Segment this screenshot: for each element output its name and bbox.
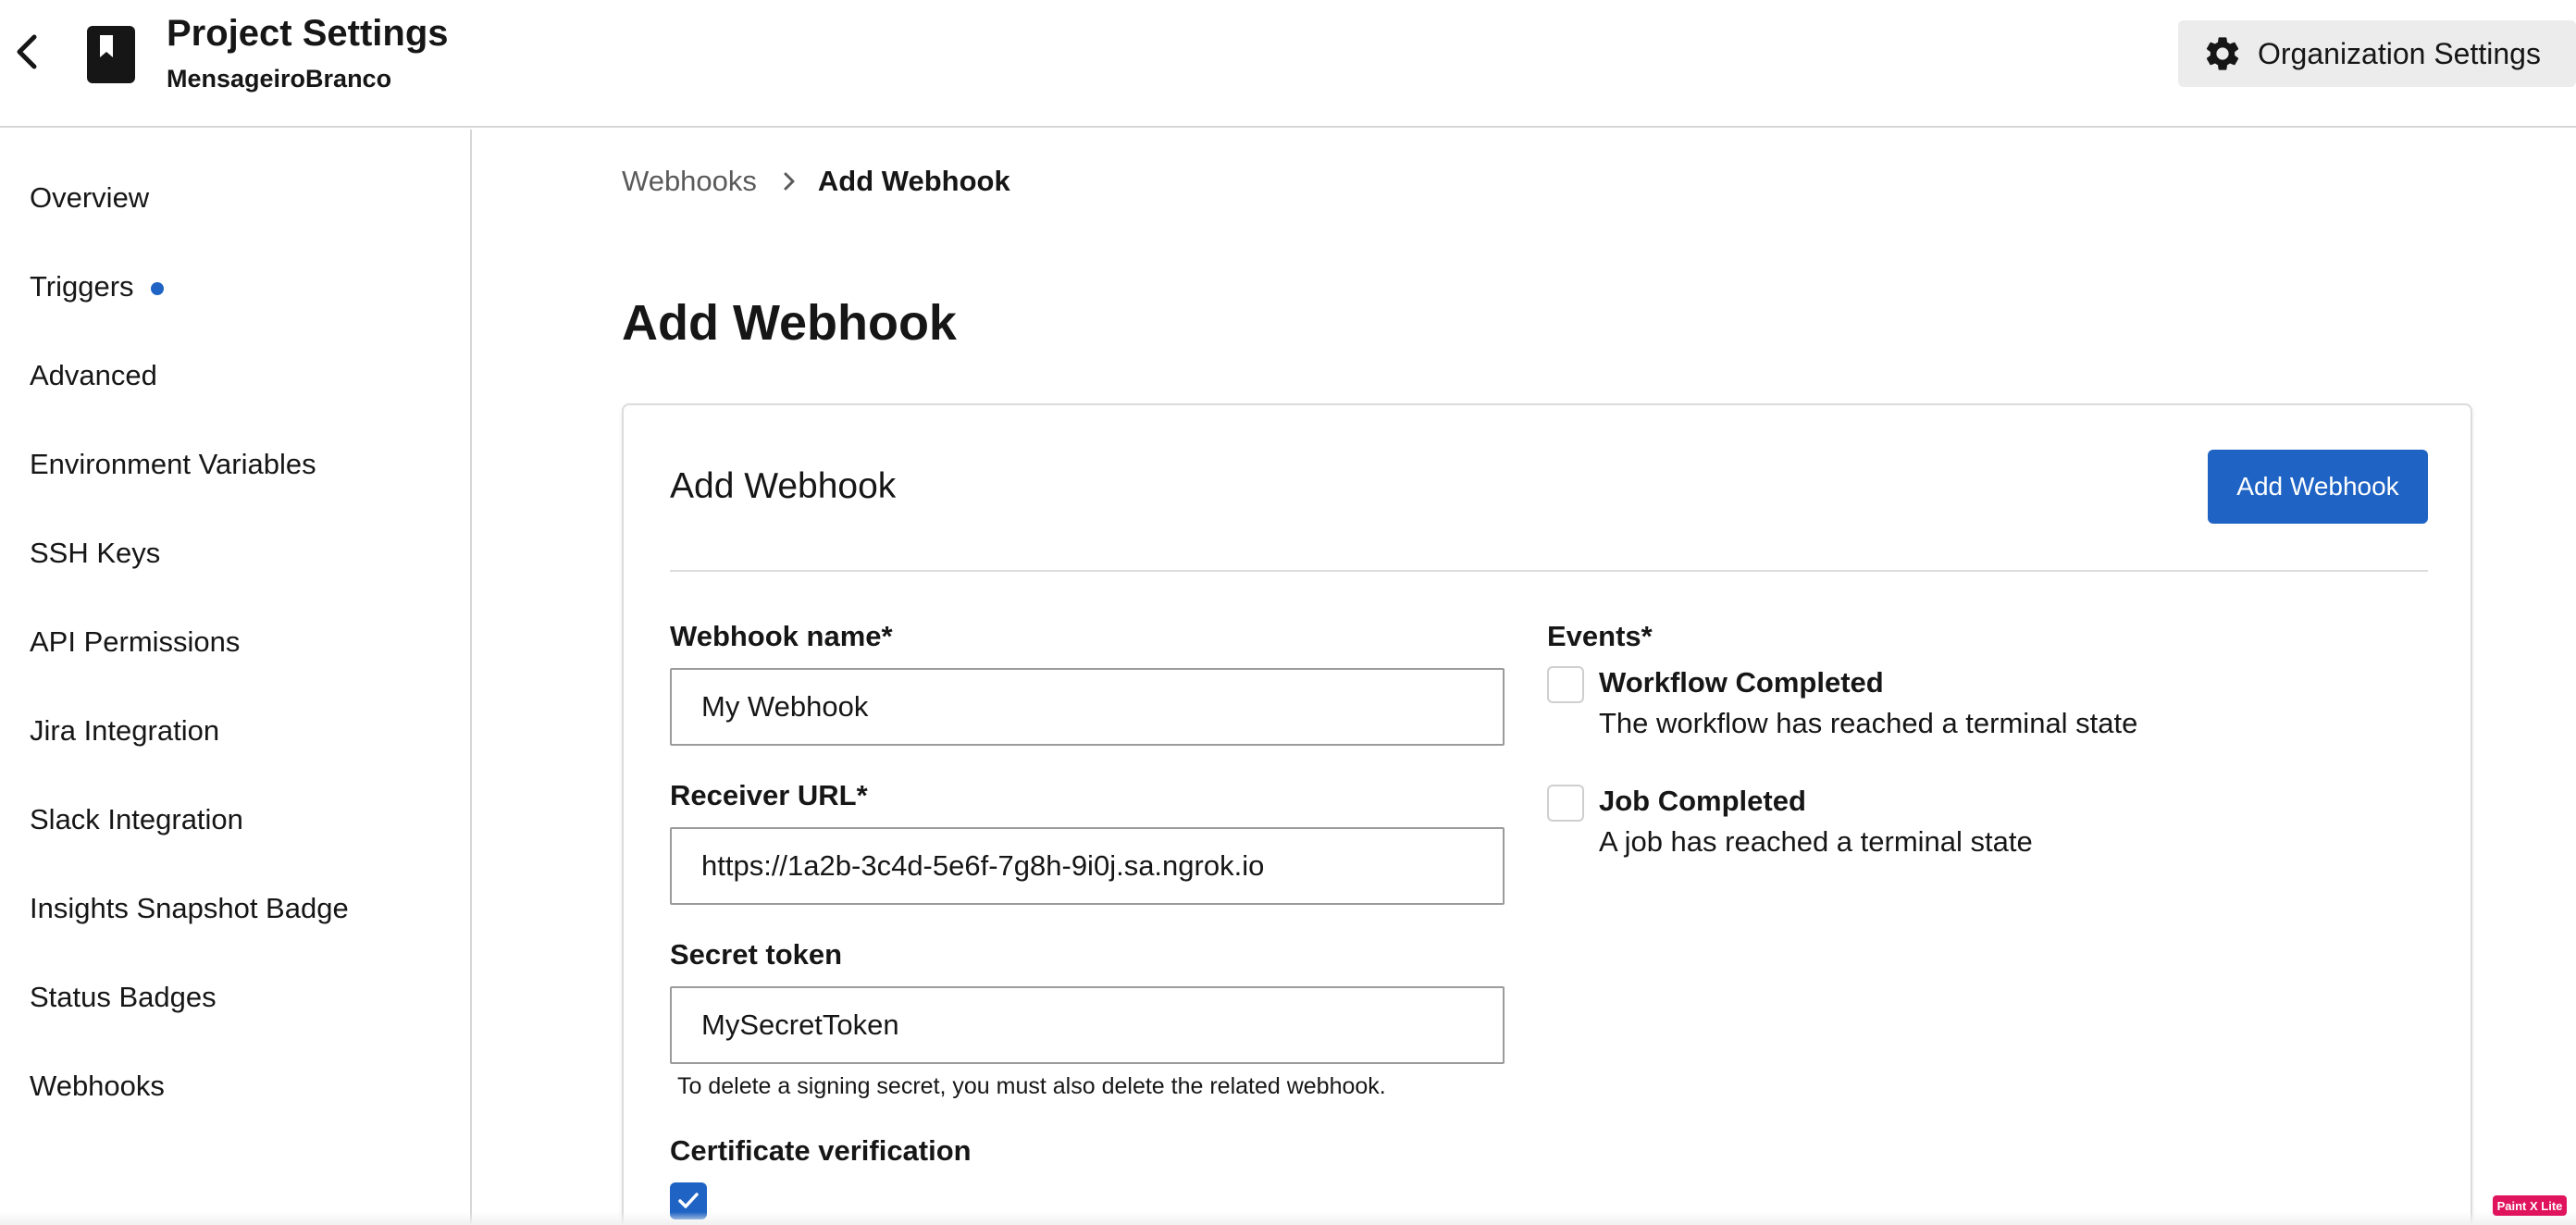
- breadcrumb-current: Add Webhook: [817, 165, 1010, 197]
- sidebar-item-label: Insights Snapshot Badge: [30, 892, 349, 924]
- secret-token-help-text: To delete a signing secret, you must als…: [677, 1073, 1386, 1099]
- chevron-right-icon: [784, 172, 795, 191]
- job-completed-checkbox[interactable]: [1547, 785, 1584, 822]
- project-name: MensageiroBranco: [167, 65, 392, 93]
- bottom-edge-shade: [0, 1212, 2576, 1225]
- webhook-name-label: Webhook name*: [670, 620, 893, 652]
- sidebar-item-slack-integration[interactable]: Slack Integration: [30, 803, 243, 836]
- sidebar-item-label: Jira Integration: [30, 714, 220, 747]
- organization-settings-button[interactable]: Organization Settings: [2178, 20, 2576, 87]
- sidebar-item-label: API Permissions: [30, 625, 241, 658]
- breadcrumb-webhooks-link[interactable]: Webhooks: [622, 165, 757, 198]
- job-completed-title: Job Completed: [1599, 785, 1806, 817]
- gear-icon: [2206, 37, 2239, 70]
- workflow-completed-description: The workflow has reached a terminal stat…: [1599, 707, 2138, 739]
- sidebar-item-label: Status Badges: [30, 981, 217, 1013]
- receiver-url-input[interactable]: [670, 827, 1505, 905]
- extension-badge: Paint X Lite: [2493, 1195, 2567, 1216]
- sidebar-item-triggers[interactable]: Triggers: [30, 270, 164, 303]
- sidebar-item-status-badges[interactable]: Status Badges: [30, 981, 217, 1014]
- add-webhook-button[interactable]: Add Webhook: [2208, 450, 2428, 524]
- sidebar-item-webhooks[interactable]: Webhooks: [30, 1070, 165, 1103]
- sidebar-item-advanced[interactable]: Advanced: [30, 359, 157, 392]
- organization-settings-label: Organization Settings: [2258, 36, 2541, 70]
- top-header: Project Settings MensageiroBranco Organi…: [0, 0, 2576, 128]
- secret-token-input[interactable]: [670, 986, 1505, 1064]
- secret-token-label: Secret token: [670, 938, 843, 971]
- sidebar-item-jira-integration[interactable]: Jira Integration: [30, 714, 219, 748]
- sidebar-item-overview[interactable]: Overview: [30, 181, 149, 215]
- sidebar-item-api-permissions[interactable]: API Permissions: [30, 625, 240, 659]
- card-divider: [670, 570, 2428, 572]
- sidebar-item-label: SSH Keys: [30, 537, 161, 569]
- sidebar-item-insights-snapshot-badge[interactable]: Insights Snapshot Badge: [30, 892, 349, 925]
- job-completed-description: A job has reached a terminal state: [1599, 825, 2033, 858]
- webhook-name-input[interactable]: [670, 668, 1505, 746]
- receiver-url-label: Receiver URL*: [670, 779, 868, 811]
- sidebar-item-environment-variables[interactable]: Environment Variables: [30, 448, 316, 481]
- breadcrumb: Webhooks Add Webhook: [622, 165, 1010, 198]
- notification-dot: [150, 282, 164, 295]
- certificate-verification-label: Certificate verification: [670, 1134, 972, 1167]
- chevron-left-icon: [17, 34, 37, 69]
- add-webhook-card: Add Webhook Add Webhook Webhook name* Re…: [622, 403, 2472, 1225]
- sidebar-item-label: Slack Integration: [30, 803, 243, 835]
- page-title: Add Webhook: [622, 295, 957, 351]
- checkmark-icon: [678, 1193, 699, 1208]
- events-label: Events*: [1547, 620, 1653, 652]
- sidebar-item-label: Advanced: [30, 359, 157, 391]
- card-title: Add Webhook: [670, 466, 897, 506]
- sidebar-item-label: Environment Variables: [30, 448, 316, 480]
- workflow-completed-title: Workflow Completed: [1599, 666, 1884, 699]
- bookmark-book-icon: [87, 26, 135, 83]
- settings-sidebar: Overview Triggers Advanced Environment V…: [0, 130, 472, 1225]
- back-button[interactable]: [9, 33, 46, 70]
- sidebar-item-label: Webhooks: [30, 1070, 165, 1102]
- sidebar-item-label: Triggers: [30, 270, 134, 303]
- sidebar-item-label: Overview: [30, 181, 150, 214]
- sidebar-item-ssh-keys[interactable]: SSH Keys: [30, 537, 160, 570]
- page-header-title: Project Settings: [167, 13, 449, 54]
- workflow-completed-checkbox[interactable]: [1547, 666, 1584, 703]
